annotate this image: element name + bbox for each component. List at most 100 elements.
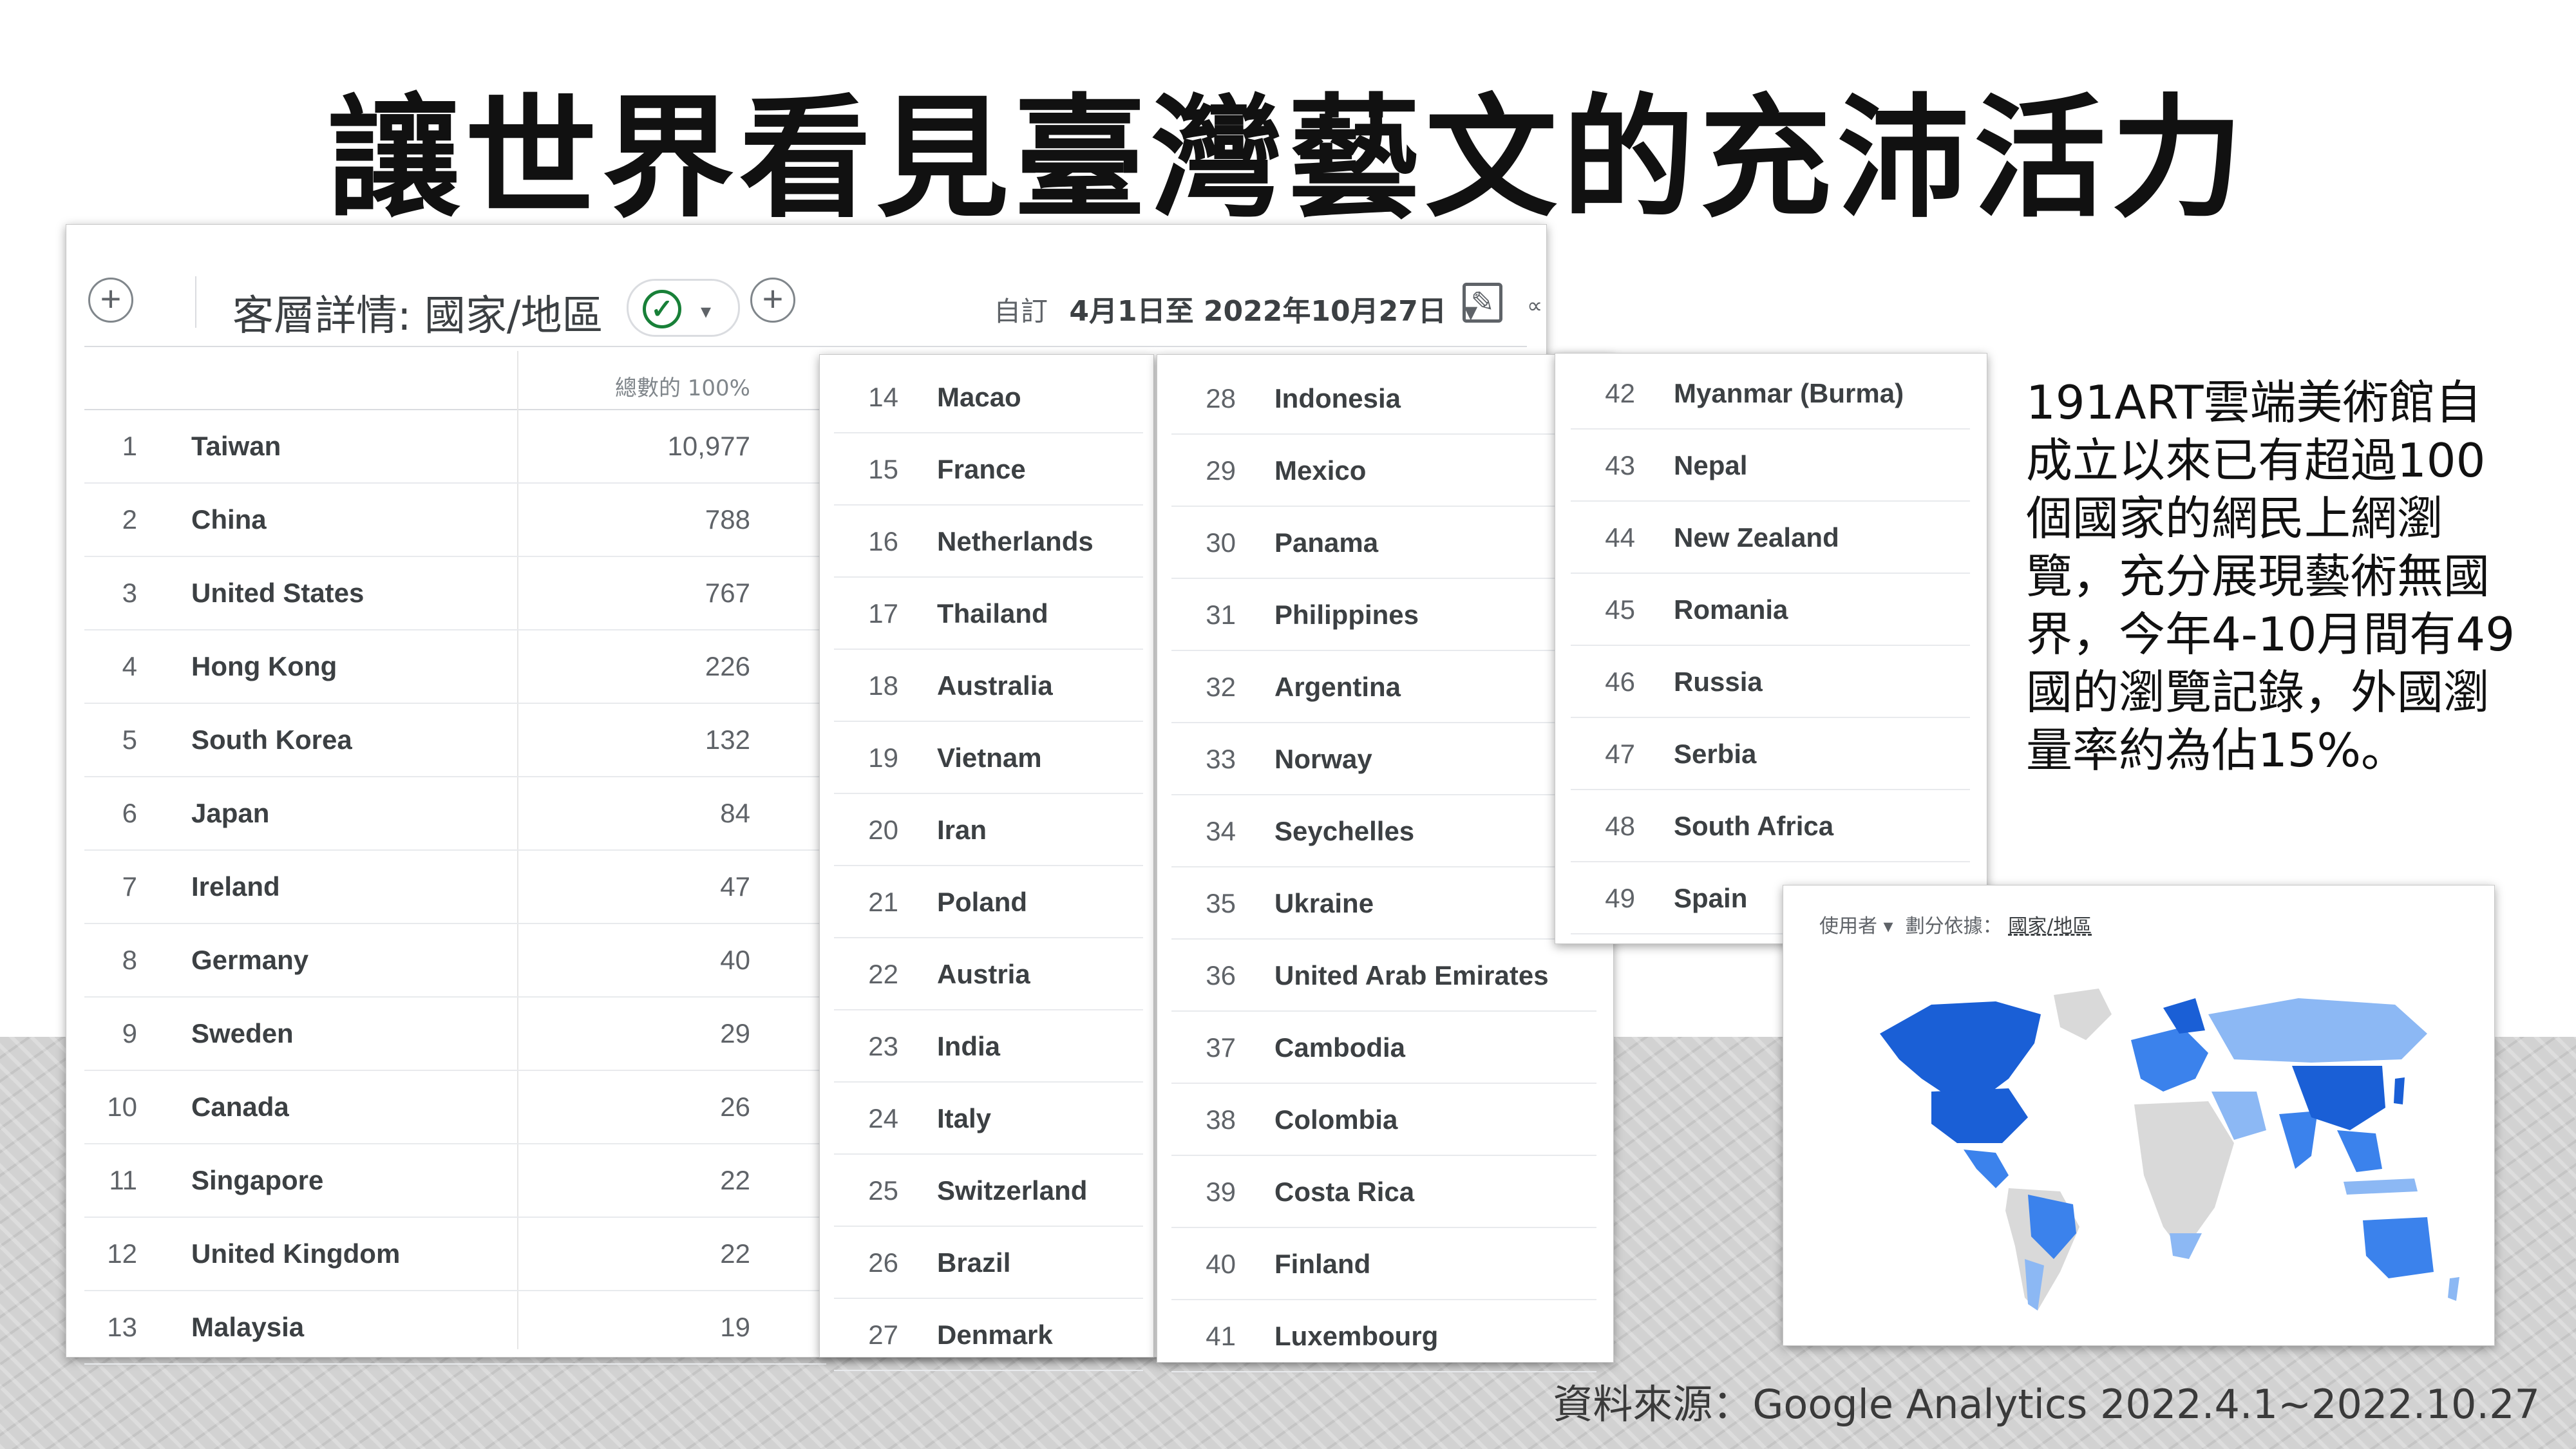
list-item[interactable]: 29 Mexico xyxy=(1171,435,1596,507)
list-item[interactable]: 21 Poland xyxy=(834,866,1143,938)
table-row[interactable]: 12 United Kingdom 22 xyxy=(84,1218,826,1291)
list-item[interactable]: 24 Italy xyxy=(834,1083,1143,1155)
country-name: Colombia xyxy=(1274,1104,1398,1135)
list-item[interactable]: 42 Myanmar (Burma) xyxy=(1571,357,1970,430)
country-name: Japan xyxy=(191,798,270,828)
list-item[interactable]: 19 Vietnam xyxy=(834,722,1143,794)
list-item[interactable]: 40 Finland xyxy=(1171,1228,1596,1300)
country-name: Nepal xyxy=(1674,450,1748,480)
row-rank: 13 xyxy=(107,1312,137,1342)
user-count: 22 xyxy=(720,1165,750,1195)
list-item[interactable]: 30 Panama xyxy=(1171,507,1596,579)
list-item[interactable]: 26 Brazil xyxy=(834,1227,1143,1299)
list-item[interactable]: 39 Costa Rica xyxy=(1171,1156,1596,1228)
edit-report-icon[interactable]: ✎ xyxy=(1463,283,1502,323)
user-count: 29 xyxy=(720,1018,750,1048)
list-item[interactable]: 44 New Zealand xyxy=(1571,502,1970,574)
user-count: 19 xyxy=(720,1312,750,1342)
list-item[interactable]: 34 Seychelles xyxy=(1171,795,1596,867)
list-item[interactable]: 33 Norway xyxy=(1171,723,1596,795)
list-item[interactable]: 35 Ukraine xyxy=(1171,867,1596,940)
row-rank: 45 xyxy=(1605,594,1635,625)
row-rank: 3 xyxy=(122,578,137,608)
country-name: United Arab Emirates xyxy=(1274,960,1549,990)
list-item[interactable]: 45 Romania xyxy=(1571,574,1970,646)
add-icon[interactable]: + xyxy=(88,278,133,323)
country-name: Mexico xyxy=(1274,455,1367,486)
row-rank: 23 xyxy=(868,1031,898,1061)
map-region-southeast-asia xyxy=(2337,1130,2382,1172)
list-item[interactable]: 25 Switzerland xyxy=(834,1155,1143,1227)
date-mode-label: 自訂 xyxy=(994,296,1048,327)
country-name: Netherlands xyxy=(937,526,1094,556)
country-name: New Zealand xyxy=(1674,522,1839,553)
country-table: 總數的 100% 1 Taiwan 10,977 2 China 788 3 United S… xyxy=(84,351,826,1365)
row-rank: 15 xyxy=(868,454,898,484)
map-region-south-africa xyxy=(2170,1233,2202,1259)
list-item[interactable]: 17 Thailand xyxy=(834,578,1143,650)
row-rank: 22 xyxy=(868,959,898,989)
list-item[interactable]: 31 Philippines xyxy=(1171,579,1596,651)
user-count: 226 xyxy=(705,651,750,681)
table-row[interactable]: 6 Japan 84 xyxy=(84,777,826,851)
country-name: United Kingdom xyxy=(191,1238,401,1269)
status-chip[interactable]: ✓ ▾ xyxy=(627,279,740,337)
country-name: Denmark xyxy=(937,1320,1053,1350)
map-region-new-zealand xyxy=(2448,1277,2459,1301)
list-item[interactable]: 22 Austria xyxy=(834,938,1143,1010)
list-item[interactable]: 38 Colombia xyxy=(1171,1084,1596,1156)
list-item[interactable]: 37 Cambodia xyxy=(1171,1012,1596,1084)
country-name: Vietnam xyxy=(937,743,1042,773)
list-item[interactable]: 20 Iran xyxy=(834,794,1143,866)
table-row[interactable]: 4 Hong Kong 226 xyxy=(84,630,826,704)
share-icon[interactable]: ∝ xyxy=(1527,293,1542,319)
table-row[interactable]: 10 Canada 26 xyxy=(84,1071,826,1144)
list-item[interactable]: 41 Luxembourg xyxy=(1171,1300,1596,1372)
row-rank: 20 xyxy=(868,815,898,845)
date-range-picker[interactable]: 自訂 4月1日至 2022年10月27日 ▾ xyxy=(994,288,1477,329)
table-row[interactable]: 5 South Korea 132 xyxy=(84,704,826,777)
report-title: 客層詳情: 國家/地區 xyxy=(232,292,603,340)
map-region-japan xyxy=(2394,1077,2405,1104)
country-name: Philippines xyxy=(1274,600,1419,630)
table-row[interactable]: 8 Germany 40 xyxy=(84,924,826,998)
country-name: Italy xyxy=(937,1103,992,1133)
country-name: India xyxy=(937,1031,1001,1061)
table-row[interactable]: 3 United States 767 xyxy=(84,557,826,630)
country-name: Ireland xyxy=(191,871,280,902)
list-item[interactable]: 48 South Africa xyxy=(1571,790,1970,862)
add-comparison-icon[interactable]: + xyxy=(750,278,795,323)
table-row[interactable]: 2 China 788 xyxy=(84,484,826,557)
row-rank: 8 xyxy=(122,945,137,975)
table-header: 總數的 100% xyxy=(84,351,826,1349)
date-range-value: 4月1日至 2022年10月27日 xyxy=(1069,295,1446,328)
list-item[interactable]: 23 India xyxy=(834,1010,1143,1083)
list-item[interactable]: 36 United Arab Emirates xyxy=(1171,940,1596,1012)
row-rank: 14 xyxy=(868,382,898,412)
list-item[interactable]: 27 Denmark xyxy=(834,1299,1143,1371)
list-item[interactable]: 43 Nepal xyxy=(1571,430,1970,502)
list-item[interactable]: 28 Indonesia xyxy=(1171,363,1596,435)
country-name: Australia xyxy=(937,670,1053,701)
country-name: Finland xyxy=(1274,1249,1371,1279)
country-name: Norway xyxy=(1274,744,1372,774)
list-item[interactable]: 18 Australia xyxy=(834,650,1143,722)
list-item[interactable]: 32 Argentina xyxy=(1171,651,1596,723)
table-row[interactable]: 13 Malaysia 19 xyxy=(84,1291,826,1365)
row-rank: 28 xyxy=(1206,383,1236,413)
list-item[interactable]: 47 Serbia xyxy=(1571,718,1970,790)
country-name: Panama xyxy=(1274,527,1379,558)
list-item[interactable]: 46 Russia xyxy=(1571,646,1970,718)
country-name: Germany xyxy=(191,945,309,975)
table-row[interactable]: 9 Sweden 29 xyxy=(84,998,826,1071)
list-item[interactable]: 14 Macao xyxy=(834,361,1143,433)
map-region-indonesia xyxy=(2344,1179,2418,1195)
table-row[interactable]: 7 Ireland 47 xyxy=(84,851,826,924)
check-circle-icon: ✓ xyxy=(643,290,681,328)
country-name: France xyxy=(937,454,1026,484)
row-rank: 47 xyxy=(1605,739,1635,769)
table-row[interactable]: 11 Singapore 22 xyxy=(84,1144,826,1218)
list-item[interactable]: 15 France xyxy=(834,433,1143,506)
list-item[interactable]: 16 Netherlands xyxy=(834,506,1143,578)
table-row[interactable]: 1 Taiwan 10,977 xyxy=(84,410,826,484)
